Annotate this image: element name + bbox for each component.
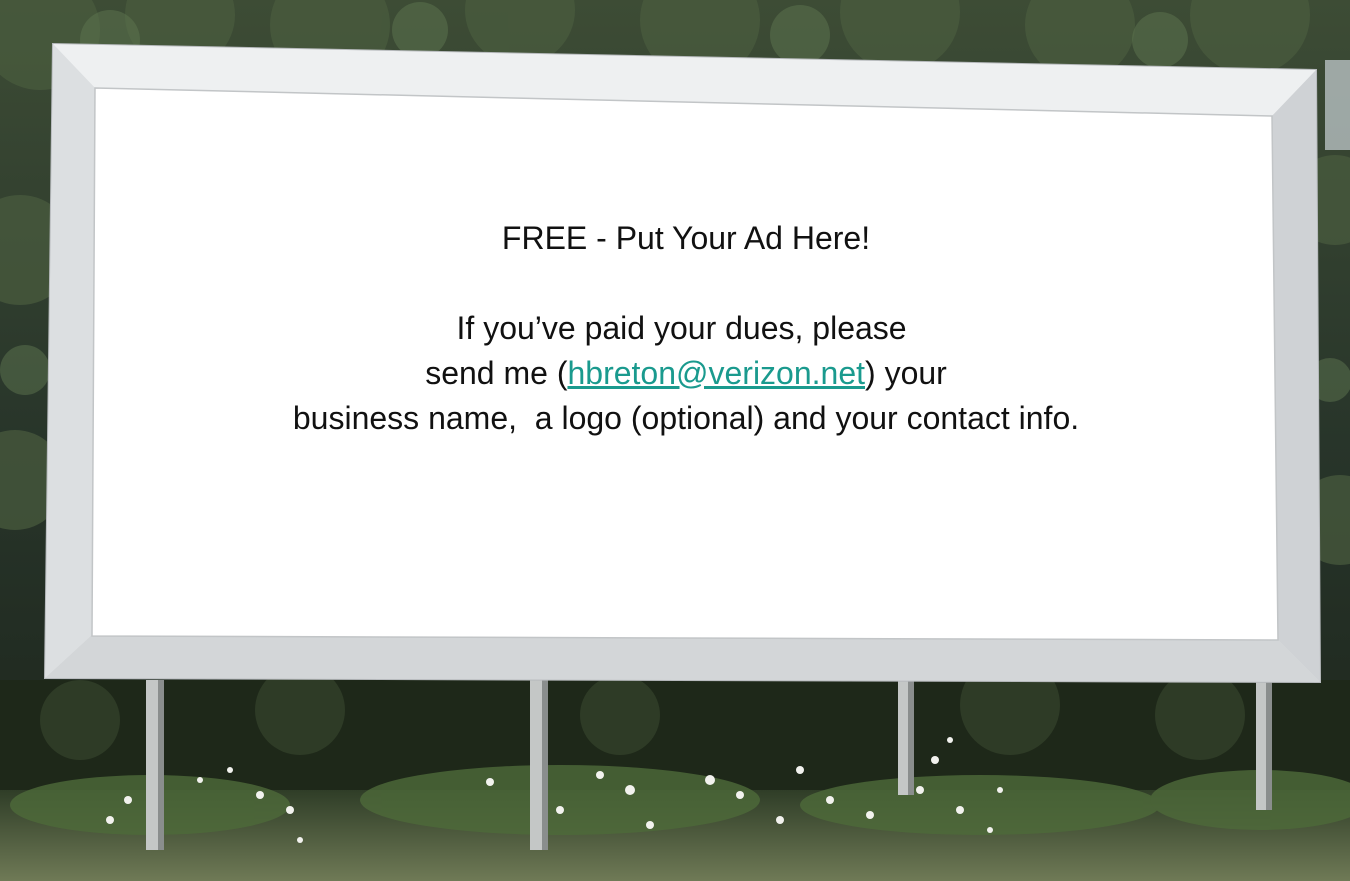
ad-headline: FREE - Put Your Ad Here!	[501, 219, 871, 256]
ad-line-business: business name, a logo (optional) and you…	[292, 399, 1080, 436]
billboard-legs	[146, 680, 1272, 850]
ad-line-send: send me (hbreton@verizon.net) your	[425, 351, 947, 396]
billboard-photo: FREE - Put Your Ad Here! If you’ve paid …	[0, 0, 1350, 881]
ad-line-dues: If you’ve paid your dues, please	[456, 309, 916, 346]
ad-line-send-prefix: send me (	[425, 354, 568, 391]
ad-line-send-suffix: ) your	[865, 354, 947, 391]
ad-message: FREE - Put Your Ad Here! If you’ve paid …	[92, 96, 1280, 632]
email-link[interactable]: hbreton@verizon.net	[567, 355, 865, 391]
